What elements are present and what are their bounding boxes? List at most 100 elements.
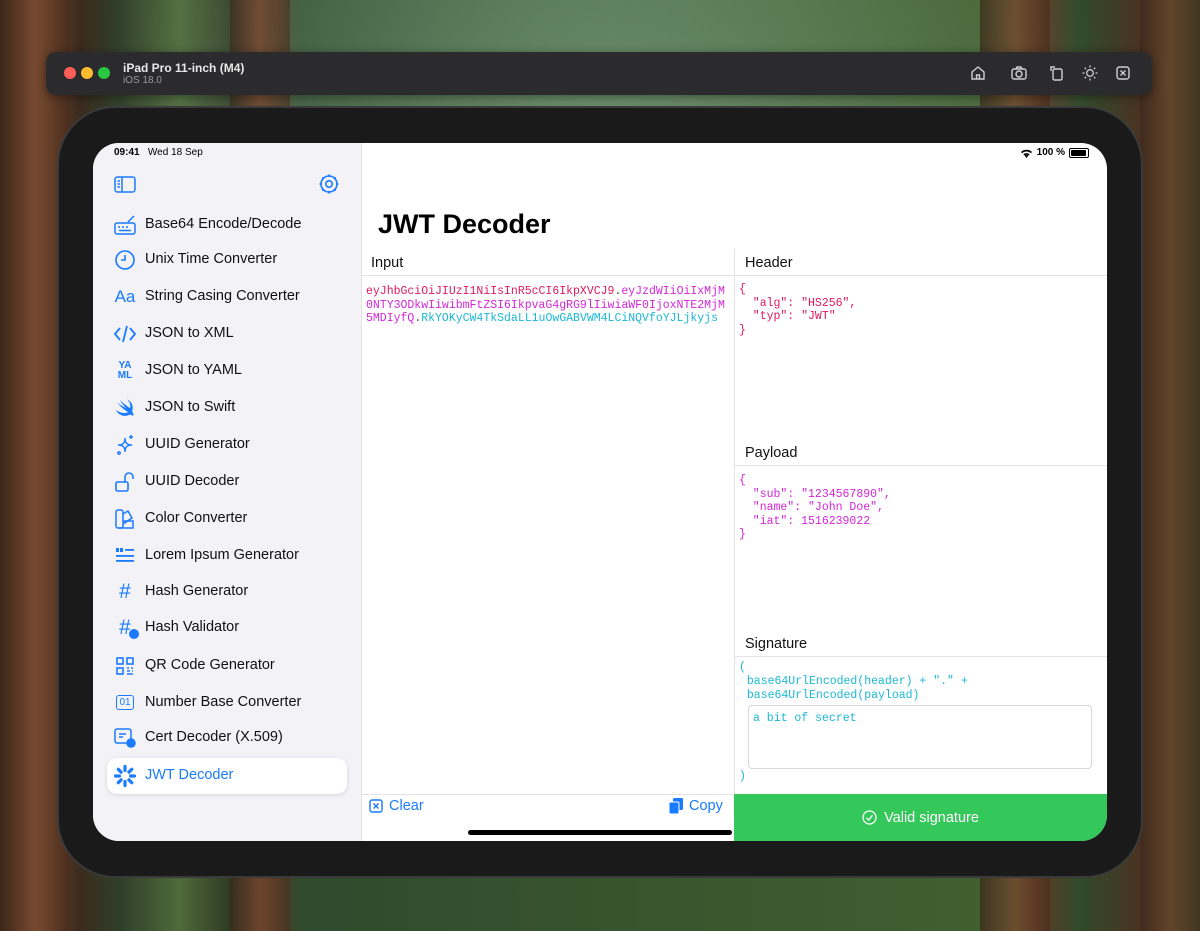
appearance-icon[interactable] bbox=[1081, 64, 1099, 82]
status-time-value: 09:41 bbox=[114, 147, 140, 158]
sidebar-toggle-icon[interactable] bbox=[114, 176, 136, 194]
sidebar-item-label: Number Base Converter bbox=[145, 694, 302, 710]
pane-divider bbox=[734, 249, 735, 794]
home-indicator[interactable] bbox=[468, 830, 732, 835]
close-window-button[interactable] bbox=[64, 67, 76, 79]
signature-formula: base64UrlEncoded(header) + "." + base64U… bbox=[746, 675, 968, 702]
sidebar-item-color-converter[interactable]: Color Converter bbox=[107, 501, 347, 537]
certificate-icon bbox=[114, 728, 136, 748]
copy-label: Copy bbox=[689, 798, 723, 814]
sidebar-item-label: Hash Validator bbox=[145, 619, 240, 635]
input-label-divider bbox=[362, 275, 734, 276]
secret-value: a bit of secret bbox=[753, 712, 857, 725]
battery-icon bbox=[1069, 147, 1089, 158]
swatch-icon bbox=[115, 509, 134, 529]
status-bar-right: 100 % bbox=[1020, 147, 1089, 158]
payload-label-divider bbox=[735, 465, 1107, 466]
ipad-screen: 09:41 Wed 18 Sep Base64 Encode/Decode Un… bbox=[93, 143, 1107, 841]
sidebar-item-label: JWT Decoder bbox=[145, 767, 234, 783]
sidebar-item-jwt-decoder[interactable]: JWT Decoder bbox=[107, 758, 347, 794]
home-icon[interactable] bbox=[969, 64, 987, 82]
unlock-icon bbox=[115, 472, 134, 492]
sidebar-item-json-xml[interactable]: JSON to XML bbox=[107, 316, 347, 352]
keyboard-pen-icon bbox=[114, 215, 136, 235]
sidebar-item-label: Color Converter bbox=[145, 510, 248, 526]
qr-code-icon bbox=[116, 657, 134, 675]
signature-label: Signature bbox=[745, 636, 808, 652]
signature-label-divider bbox=[735, 656, 1107, 657]
sidebar-item-json-swift[interactable]: JSON to Swift bbox=[107, 390, 347, 426]
header-label-divider bbox=[735, 275, 1107, 276]
sidebar-item-lorem-ipsum[interactable]: Lorem Ipsum Generator bbox=[107, 538, 347, 574]
status-time: 09:41 Wed 18 Sep bbox=[114, 147, 203, 158]
sidebar-item-base64[interactable]: Base64 Encode/Decode bbox=[107, 207, 347, 243]
sparkles-icon bbox=[117, 435, 133, 455]
sidebar-item-json-yaml[interactable]: YA ML JSON to YAML bbox=[107, 353, 347, 389]
sidebar-item-unix-time[interactable]: Unix Time Converter bbox=[107, 242, 347, 278]
copy-button[interactable]: Copy bbox=[669, 798, 723, 814]
page-title: JWT Decoder bbox=[378, 209, 551, 239]
side-button-icon[interactable] bbox=[1114, 64, 1132, 82]
sidebar-item-string-casing[interactable]: Aa String Casing Converter bbox=[107, 279, 347, 315]
valid-signature-banner: Valid signature bbox=[734, 794, 1107, 841]
sidebar-item-number-base[interactable]: 01 Number Base Converter bbox=[107, 685, 347, 721]
checkmark-circle-icon bbox=[862, 810, 877, 825]
zoom-window-button[interactable] bbox=[98, 67, 110, 79]
jwt-icon bbox=[114, 765, 136, 787]
quote-text-icon bbox=[116, 548, 134, 562]
simulator-os-version: iOS 18.0 bbox=[123, 75, 162, 86]
sidebar-item-uuid-decoder[interactable]: UUID Decoder bbox=[107, 464, 347, 500]
sidebar: 09:41 Wed 18 Sep Base64 Encode/Decode Un… bbox=[93, 143, 361, 841]
sidebar-item-label: Base64 Encode/Decode bbox=[145, 216, 302, 232]
binary-icon: 01 bbox=[113, 691, 137, 715]
clear-icon bbox=[369, 799, 383, 813]
clock-icon bbox=[115, 250, 135, 270]
sidebar-item-label: Unix Time Converter bbox=[145, 251, 278, 267]
check-badge-icon bbox=[129, 629, 139, 639]
sidebar-item-label: Cert Decoder (X.509) bbox=[145, 729, 283, 745]
simulator-device-name: iPad Pro 11-inch (M4) bbox=[123, 61, 245, 75]
copy-icon bbox=[669, 798, 683, 814]
background-trunk bbox=[1140, 0, 1200, 931]
sidebar-item-label: JSON to YAML bbox=[145, 362, 242, 378]
hash-icon: # bbox=[119, 580, 131, 603]
screenshot-icon[interactable] bbox=[1010, 64, 1028, 82]
sidebar-item-label: UUID Decoder bbox=[145, 473, 240, 489]
sidebar-item-qr-code[interactable]: QR Code Generator bbox=[107, 648, 347, 684]
sidebar-item-hash-validator[interactable]: # Hash Validator bbox=[107, 610, 347, 646]
sidebar-item-label: JSON to Swift bbox=[145, 399, 236, 415]
sidebar-item-uuid-generator[interactable]: UUID Generator bbox=[107, 427, 347, 463]
payload-json: { "sub": "1234567890", "name": "John Doe… bbox=[739, 474, 891, 541]
battery-percentage: 100 % bbox=[1036, 147, 1065, 158]
yaml-icon: YA ML bbox=[117, 360, 133, 381]
header-label: Header bbox=[745, 255, 793, 271]
clear-button[interactable]: Clear bbox=[369, 798, 424, 814]
swift-icon bbox=[116, 399, 134, 416]
signature-open-paren: ( bbox=[739, 661, 746, 674]
jwt-header-segment: eyJhbGciOiJIUzI1NiIsInR5cCI6IkpXVCJ9 bbox=[366, 285, 615, 298]
wifi-icon bbox=[1020, 149, 1032, 158]
code-brackets-icon bbox=[113, 325, 137, 343]
text-case-icon: Aa bbox=[114, 287, 136, 306]
minimize-window-button[interactable] bbox=[81, 67, 93, 79]
payload-label: Payload bbox=[745, 445, 798, 461]
jwt-input-field[interactable]: eyJhbGciOiJIUzI1NiIsInR5cCI6IkpXVCJ9.eyJ… bbox=[366, 285, 730, 326]
status-date: Wed 18 Sep bbox=[147, 147, 203, 158]
sidebar-item-label: String Casing Converter bbox=[145, 288, 300, 304]
valid-signature-label: Valid signature bbox=[884, 809, 979, 826]
sidebar-item-hash-generator[interactable]: # Hash Generator bbox=[107, 574, 347, 610]
sidebar-item-label: Hash Generator bbox=[145, 583, 249, 599]
secret-input[interactable]: a bit of secret bbox=[748, 705, 1092, 769]
sidebar-item-label: JSON to XML bbox=[145, 325, 234, 341]
signature-close-paren: ) bbox=[739, 770, 746, 783]
header-json: { "alg": "HS256", "typ": "JWT" } bbox=[739, 283, 857, 337]
input-label: Input bbox=[371, 255, 404, 271]
jwt-signature-segment: RkYOKyCW4TkSdaLL1uOwGABVWM4LCiNQVfoYJLjk… bbox=[421, 312, 718, 325]
clear-label: Clear bbox=[389, 798, 424, 814]
sidebar-item-label: UUID Generator bbox=[145, 436, 250, 452]
gear-icon[interactable] bbox=[318, 173, 340, 195]
sidebar-item-cert-decoder[interactable]: Cert Decoder (X.509) bbox=[107, 720, 347, 756]
rotate-icon[interactable] bbox=[1048, 64, 1066, 82]
sidebar-divider bbox=[361, 143, 362, 841]
sidebar-item-label: Lorem Ipsum Generator bbox=[145, 547, 299, 563]
